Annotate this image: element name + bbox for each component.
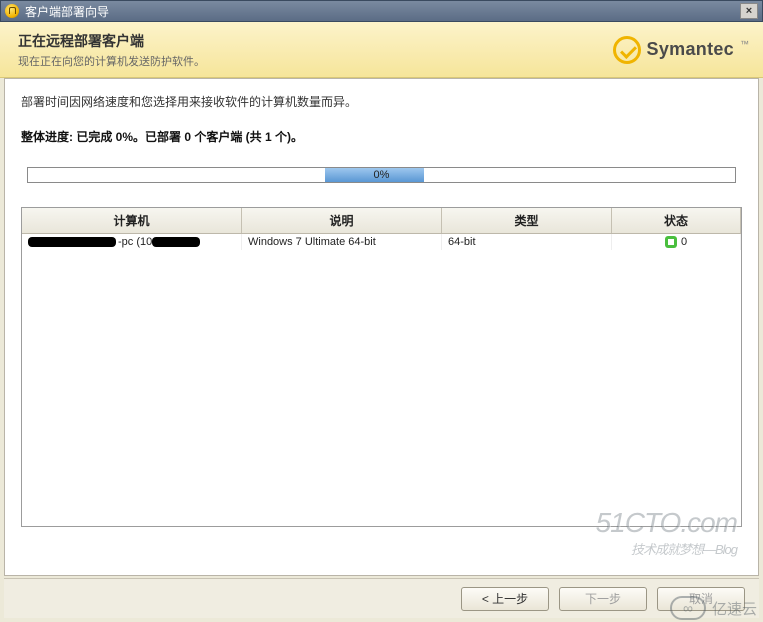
- close-icon[interactable]: ×: [740, 3, 758, 19]
- page-title: 正在远程部署客户端: [18, 31, 205, 51]
- deploy-note: 部署时间因网络速度和您选择用来接收软件的计算机数量而异。: [21, 93, 742, 110]
- clients-table: 计算机 说明 类型 状态 -pc (10 Windows 7 Ultimate …: [21, 207, 742, 527]
- brand-logo: Symantec ™: [613, 36, 749, 64]
- brand-trademark: ™: [740, 39, 749, 49]
- redacted-ip: [152, 237, 200, 247]
- page-subtitle: 现在正在向您的计算机发送防护软件。: [18, 53, 205, 69]
- cancel-button: 取消: [657, 587, 745, 611]
- back-button[interactable]: < 上一步: [461, 587, 549, 611]
- table-row[interactable]: -pc (10 Windows 7 Ultimate 64-bit 64-bit…: [22, 234, 741, 250]
- footer-bar: < 上一步 下一步 取消: [4, 578, 759, 618]
- cell-desc: Windows 7 Ultimate 64-bit: [242, 234, 442, 250]
- progress-bar: 0%: [27, 167, 736, 183]
- status-icon: [665, 236, 677, 248]
- col-status[interactable]: 状态: [612, 208, 741, 233]
- next-button: 下一步: [559, 587, 647, 611]
- checkmark-icon: [613, 36, 641, 64]
- table-header: 计算机 说明 类型 状态: [22, 208, 741, 234]
- progress-summary: 整体进度: 已完成 0%。已部署 0 个客户端 (共 1 个)。: [21, 128, 742, 145]
- cell-type: 64-bit: [442, 234, 612, 250]
- progress-percent: 0%: [28, 168, 735, 182]
- shield-icon: [5, 4, 19, 18]
- computer-suffix: -pc (10: [118, 236, 152, 248]
- header-band: 正在远程部署客户端 现在正在向您的计算机发送防护软件。 Symantec ™: [0, 22, 763, 78]
- cell-status: 0: [612, 234, 741, 250]
- window-title: 客户端部署向导: [25, 3, 740, 20]
- redacted-name: [28, 237, 116, 247]
- titlebar: 客户端部署向导 ×: [0, 0, 763, 22]
- brand-name: Symantec: [647, 39, 734, 60]
- col-type[interactable]: 类型: [442, 208, 612, 233]
- header-text: 正在远程部署客户端 现在正在向您的计算机发送防护软件。: [18, 31, 205, 69]
- col-desc[interactable]: 说明: [242, 208, 442, 233]
- content-pane: 部署时间因网络速度和您选择用来接收软件的计算机数量而异。 整体进度: 已完成 0…: [4, 78, 759, 576]
- col-computer[interactable]: 计算机: [22, 208, 242, 233]
- table-body[interactable]: -pc (10 Windows 7 Ultimate 64-bit 64-bit…: [22, 234, 741, 526]
- status-value: 0: [681, 236, 687, 248]
- cell-computer: -pc (10: [22, 234, 242, 250]
